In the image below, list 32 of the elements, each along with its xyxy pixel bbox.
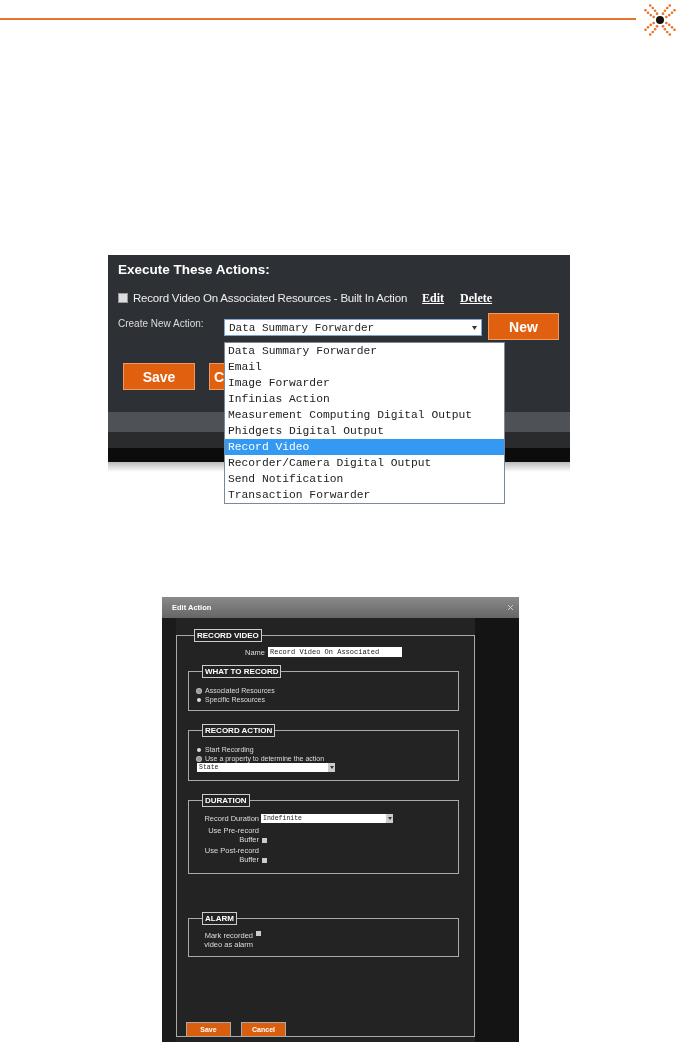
dropdown-option[interactable]: Data Summary Forwarder — [225, 343, 504, 359]
close-icon[interactable] — [508, 605, 513, 610]
save-button[interactable]: Save — [123, 363, 195, 390]
caret-icon — [328, 763, 335, 772]
dropdown-option[interactable]: Transaction Forwarder — [225, 487, 504, 503]
radio-button[interactable] — [197, 756, 201, 761]
checkbox[interactable] — [262, 838, 267, 843]
caret-icon — [386, 814, 393, 823]
caret-icon — [472, 325, 477, 330]
dropdown-option[interactable]: Send Notification — [225, 471, 504, 487]
section-legend: ALARM — [202, 912, 237, 925]
section-title: Execute These Actions: — [118, 262, 271, 277]
section-legend: RECORD VIDEO — [194, 629, 262, 642]
new-button[interactable]: New — [488, 313, 559, 340]
dropdown-option[interactable]: Infinias Action — [225, 391, 504, 407]
section-legend: DURATION — [202, 794, 250, 807]
radio-button[interactable] — [197, 697, 201, 702]
dropdown-option[interactable]: Recorder/Camera Digital Output — [225, 455, 504, 471]
radio-button[interactable] — [197, 688, 201, 693]
section-legend: RECORD ACTION — [202, 724, 276, 737]
action-link[interactable]: Delete — [460, 290, 493, 306]
section-legend: WHAT TO RECORD — [202, 665, 282, 678]
checkbox[interactable] — [118, 293, 128, 303]
action-label: Record Video On Associated Resources - Built In Action — [133, 292, 408, 304]
radio-button[interactable] — [197, 747, 201, 752]
checkbox[interactable] — [262, 858, 267, 863]
checkbox[interactable] — [256, 931, 261, 936]
create-label: Create New Action: — [118, 318, 205, 329]
action-link[interactable]: Edit — [422, 290, 445, 306]
dropdown-option[interactable]: Phidgets Digital Output — [225, 423, 504, 439]
dropdown-option[interactable]: Measurement Computing Digital Output — [225, 407, 504, 423]
action-select[interactable]: Data Summary Forwarder — [224, 319, 482, 336]
